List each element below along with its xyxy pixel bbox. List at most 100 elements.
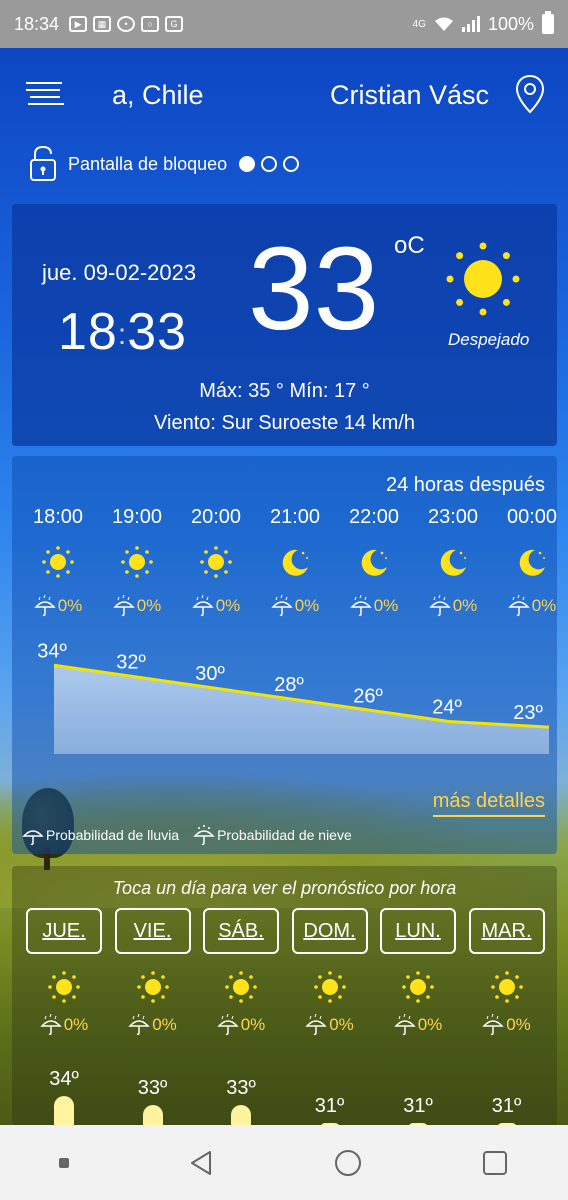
day-max-temp: 31º <box>314 1095 345 1117</box>
hourly-title: 24 horas después <box>385 474 545 496</box>
hour-time: 18:00 <box>32 506 84 528</box>
legend-snow: Probabilidad de nieve <box>193 824 352 846</box>
more-details-link[interactable]: más detalles <box>432 790 545 817</box>
nav-menu-dot[interactable] <box>58 1157 69 1168</box>
status-right: 4G 100% <box>413 11 554 35</box>
rain-probability: 0% <box>115 1013 191 1036</box>
rain-probability: 0% <box>415 594 491 617</box>
day-button[interactable]: LUN. <box>380 908 456 954</box>
daily-forecast-card[interactable]: Toca un día para ver el pronóstico por h… <box>12 866 557 1128</box>
news-icon: G <box>165 16 184 32</box>
legend-rain: Probabilidad de lluvia <box>22 824 179 846</box>
day-item[interactable]: SÁB. 0% 33º <box>203 908 279 1128</box>
day-label: SÁB. <box>218 920 264 942</box>
hour-item[interactable]: 19:00 0% <box>99 506 175 617</box>
day-max-temp: 31º <box>491 1095 522 1117</box>
hour-time: 20:00 <box>190 506 242 528</box>
rain-probability: 0% <box>494 594 557 617</box>
umbrella-icon <box>113 594 135 617</box>
location-title[interactable]: a, Chile <box>112 80 204 111</box>
hourly-forecast-card[interactable]: 24 horas después 18:00 0% 19:00 0% 20:00 0% 21… <box>12 456 557 854</box>
rain-value: 0% <box>452 596 478 615</box>
hourly-temperature-chart: 34º 32º 30º 28º 26º 24º 23º <box>37 640 550 754</box>
current-temperature: 33 <box>248 223 380 355</box>
daily-list[interactable]: JUE. 0% 34º VIE. 0% 33º SÁB. 0% 33º DOM. 0% 31º LUN.… <box>12 908 557 1128</box>
day-max-temp: 33º <box>226 1077 256 1099</box>
day-item[interactable]: JUE. 0% 34º <box>26 908 102 1128</box>
umbrella-icon <box>429 594 451 617</box>
day-label: LUN. <box>395 920 441 942</box>
hour-item[interactable]: 22:00 0% <box>336 506 412 617</box>
day-button[interactable]: JUE. <box>26 908 102 954</box>
hour-item[interactable]: 18:00 0% <box>20 506 96 617</box>
rain-value: 0% <box>152 1015 177 1034</box>
signal-icon <box>461 16 480 32</box>
page-dot <box>283 156 300 172</box>
day-item[interactable]: MAR. 0% 31º <box>468 908 545 1128</box>
battery-icon <box>542 11 554 34</box>
temperature-unit: oC <box>394 232 425 259</box>
status-bar: 18:34 ▶ ▦ • ○ G 4G 100% <box>0 0 568 48</box>
current-weather-card[interactable]: jue. 09-02-2023 18:33 33 oC Despejado Má… <box>12 204 557 446</box>
day-max-temp: 31º <box>403 1095 433 1117</box>
hour-item[interactable]: 00:00 0% <box>494 506 557 617</box>
day-label: JUE. <box>42 920 86 942</box>
rain-value: 0% <box>136 596 162 615</box>
daily-title: Toca un día para ver el pronóstico por h… <box>112 878 457 898</box>
sun-icon <box>47 970 81 1004</box>
back-icon[interactable] <box>186 1148 216 1178</box>
umbrella-icon <box>217 1013 239 1036</box>
sun-icon <box>41 545 75 579</box>
hour-item[interactable]: 21:00 0% <box>257 506 333 617</box>
home-icon[interactable] <box>333 1148 363 1178</box>
rain-probability: 0% <box>257 594 333 617</box>
location-pin-icon[interactable] <box>514 74 546 114</box>
rain-probability: 0% <box>26 1013 102 1036</box>
hour-temp-label: 23º <box>513 702 543 724</box>
recent-apps-icon[interactable] <box>480 1148 510 1178</box>
umbrella-icon <box>350 594 372 617</box>
rain-probability: 0% <box>336 594 412 617</box>
moon-icon <box>515 545 549 579</box>
day-item[interactable]: VIE. 0% 33º <box>114 908 191 1128</box>
day-button[interactable]: DOM. <box>291 908 368 954</box>
notification-icons: ▶ ▦ • ○ G <box>69 16 184 32</box>
umbrella-icon <box>22 830 44 846</box>
hour-item[interactable]: 20:00 0% <box>178 506 254 617</box>
sun-icon <box>224 970 258 1004</box>
hour-temp-label: 32º <box>116 652 146 674</box>
hour-item[interactable]: 23:00 0% <box>415 506 491 617</box>
hour-temp-label: 26º <box>353 685 383 707</box>
day-label: MAR. <box>481 920 532 942</box>
clock-minutes: 33 <box>127 303 188 361</box>
status-time: 18:34 <box>14 13 60 34</box>
day-item[interactable]: LUN. 0% 31º <box>380 908 456 1128</box>
sun-icon <box>136 970 170 1004</box>
current-date: jue. 09-02-2023 <box>42 260 197 285</box>
day-button[interactable]: MAR. <box>468 908 545 954</box>
legend-snow-label: Probabilidad de nieve <box>217 827 352 843</box>
snow-umbrella-icon <box>193 825 215 846</box>
current-condition: Despejado <box>448 330 530 349</box>
moon-icon <box>278 545 312 579</box>
app-icon: ▦ <box>93 16 112 32</box>
umbrella-icon <box>305 1013 327 1036</box>
hour-time: 22:00 <box>348 506 400 528</box>
lock-screen-label: Pantalla de bloqueo <box>68 153 228 174</box>
umbrella-icon <box>394 1013 416 1036</box>
day-label: DOM. <box>303 920 356 942</box>
location-subtitle[interactable]: Cristian Vásc <box>330 80 494 111</box>
hour-time: 19:00 <box>111 506 163 528</box>
menu-icon[interactable] <box>26 82 66 110</box>
hourly-list[interactable]: 18:00 0% 19:00 0% 20:00 0% 21:00 0% 22:00 0% 23:00… <box>20 506 557 636</box>
umbrella-icon <box>128 1013 150 1036</box>
rain-probability: 0% <box>469 1013 545 1036</box>
lock-screen-row[interactable]: Pantalla de bloqueo <box>28 144 300 184</box>
clock-hours: 18 <box>58 303 118 361</box>
day-button[interactable]: VIE. <box>114 908 191 954</box>
day-max-temp: 33º <box>137 1077 168 1099</box>
day-button[interactable]: SÁB. <box>203 908 279 954</box>
day-item[interactable]: DOM. 0% 31º <box>291 908 368 1128</box>
hour-temp-label: 28º <box>274 674 304 696</box>
page-dot-active <box>239 156 256 172</box>
